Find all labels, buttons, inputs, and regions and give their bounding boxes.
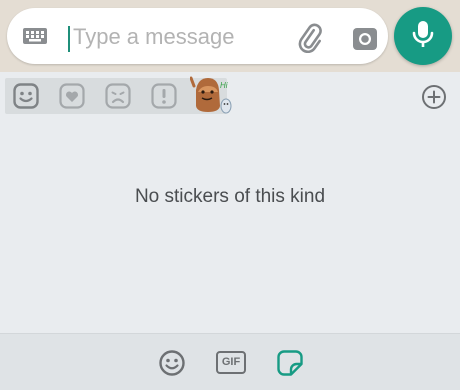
mic-button[interactable] — [394, 7, 452, 65]
sticker-category-tabs: Hi — [0, 72, 460, 120]
plus-circle-icon[interactable] — [421, 84, 447, 110]
empty-state-message: No stickers of this kind — [134, 186, 326, 207]
sticker-icon[interactable] — [276, 349, 304, 377]
microphone-icon — [410, 19, 436, 54]
tab-sticker-pack-thumbnail[interactable]: Hi — [189, 74, 236, 118]
camera-icon[interactable] — [351, 26, 379, 52]
tab-smiley-face-icon[interactable] — [13, 83, 39, 109]
tab-heart-icon[interactable] — [59, 83, 85, 109]
emoji-icon[interactable] — [158, 349, 186, 377]
text-cursor — [68, 26, 70, 52]
media-category-bar: GIF — [0, 333, 460, 390]
message-input[interactable] — [73, 22, 273, 52]
message-composer — [7, 8, 388, 64]
paperclip-icon[interactable] — [295, 23, 325, 54]
gif-label: GIF — [216, 351, 246, 374]
svg-text:Hi: Hi — [220, 81, 228, 90]
gif-button[interactable]: GIF — [216, 351, 246, 374]
tab-exclamation-icon[interactable] — [151, 83, 177, 109]
keyboard-icon[interactable] — [21, 24, 49, 48]
tab-sad-face-icon[interactable] — [105, 83, 131, 109]
